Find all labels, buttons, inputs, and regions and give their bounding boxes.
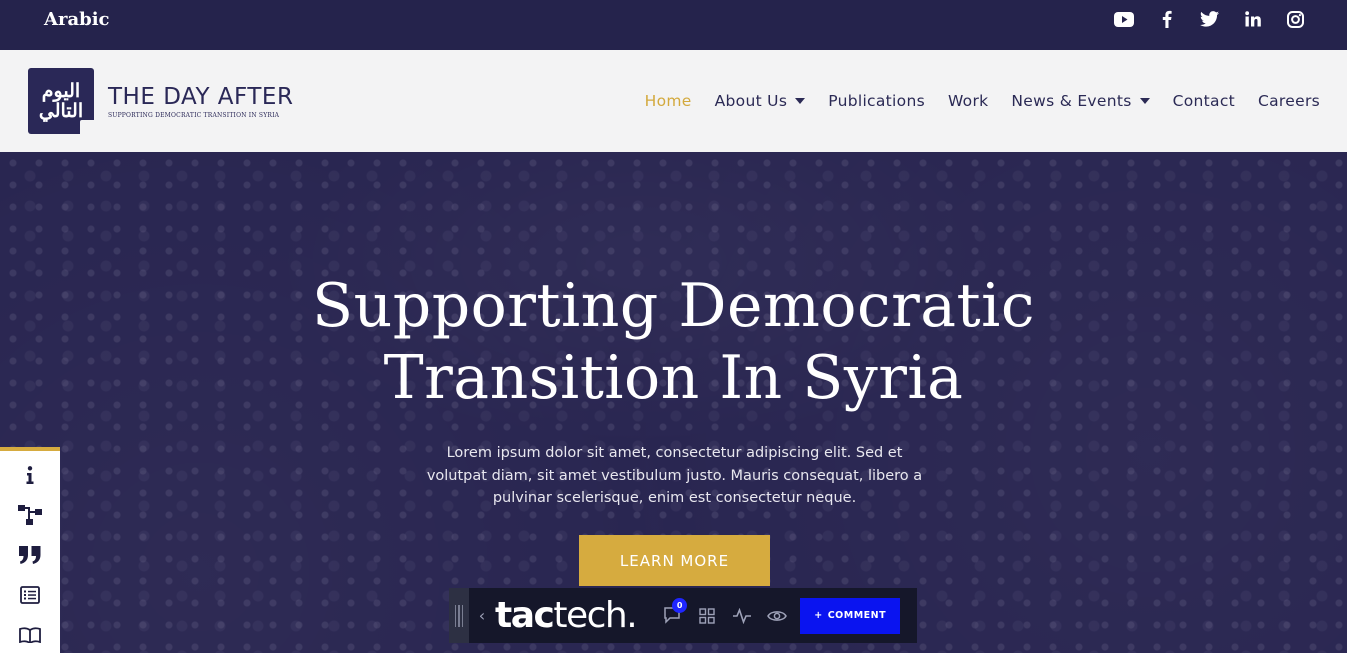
brand-tagline: SUPPORTING DEMOCRATIC TRANSITION IN SYRI… — [108, 111, 280, 119]
twitter-icon[interactable] — [1188, 11, 1231, 27]
main-nav: Home About Us Publications Work News & E… — [622, 92, 1320, 110]
social-links — [1102, 10, 1317, 28]
drag-handle[interactable] — [449, 588, 469, 643]
info-icon[interactable] — [18, 465, 42, 485]
brand-text: THE DAY AFTER SUPPORTING DEMOCRATIC TRAN… — [108, 84, 293, 119]
caret-down-icon — [1139, 98, 1150, 104]
book-icon[interactable] — [18, 625, 42, 645]
language-link-arabic[interactable]: Arabic — [44, 9, 110, 30]
brand-logo[interactable]: اليوم التالي THE DAY AFTER SUPPORTING DE… — [28, 68, 293, 134]
tactech-logo: tactech. — [495, 594, 638, 636]
hero-description: Lorem ipsum dolor sit amet, consectetur … — [426, 445, 923, 506]
linkedin-icon[interactable] — [1231, 11, 1274, 27]
nav-item-news-events[interactable]: News & Events — [1011, 92, 1150, 110]
tactech-logo-suffix: tech. — [553, 594, 637, 636]
nav-item-work[interactable]: Work — [948, 92, 988, 110]
sitemap-icon[interactable] — [18, 505, 42, 525]
nav-label: Contact — [1172, 92, 1236, 110]
floating-sidebar — [0, 447, 60, 653]
hero-title-line-1: Supporting Democratic — [312, 271, 1035, 341]
nav-item-publications[interactable]: Publications — [828, 92, 925, 110]
top-bar: Arabic — [0, 0, 1347, 50]
brand-name: THE DAY AFTER — [108, 83, 294, 110]
youtube-icon[interactable] — [1102, 11, 1145, 27]
grid-icon[interactable] — [689, 607, 724, 624]
nav-label: Home — [644, 92, 692, 110]
nav-item-about-us[interactable]: About Us — [715, 92, 806, 110]
quote-icon[interactable] — [18, 545, 42, 565]
learn-more-button[interactable]: LEARN MORE — [579, 535, 770, 586]
comment-count-badge: 0 — [672, 598, 688, 613]
nav-item-contact[interactable]: Contact — [1173, 92, 1235, 110]
comments-icon[interactable]: 0 — [654, 598, 689, 624]
hero-title: Supporting Democratic Transition In Syri… — [0, 270, 1347, 414]
hero-title-line-2: Transition In Syria — [383, 343, 964, 413]
nav-item-home[interactable]: Home — [645, 92, 692, 110]
nav-label: About Us — [714, 92, 788, 110]
instagram-icon[interactable] — [1274, 10, 1317, 28]
nav-label: Publications — [828, 92, 925, 110]
logo-arabic-text: اليوم التالي — [38, 80, 84, 122]
comment-button-label: COMMENT — [827, 610, 887, 621]
nav-label: News & Events — [1011, 92, 1132, 110]
activity-icon[interactable] — [724, 607, 759, 624]
list-icon[interactable] — [18, 585, 42, 605]
site-header: اليوم التالي THE DAY AFTER SUPPORTING DE… — [0, 50, 1347, 152]
comment-button[interactable]: + COMMENT — [800, 597, 901, 634]
hero-section: Supporting Democratic Transition In Syri… — [0, 152, 1347, 653]
logo-mark: اليوم التالي — [28, 68, 94, 134]
plus-icon: + — [814, 610, 823, 621]
caret-down-icon — [795, 98, 806, 104]
tactech-logo-prefix: tac — [495, 594, 555, 636]
chevron-left-icon[interactable]: ‹ — [469, 606, 495, 625]
nav-item-careers[interactable]: Careers — [1258, 92, 1320, 110]
nav-label: Careers — [1258, 92, 1320, 110]
tactech-feedback-toolbar: ‹ tactech. 0 + COMMENT — [449, 588, 917, 643]
nav-label: Work — [947, 92, 989, 110]
facebook-icon[interactable] — [1145, 10, 1188, 28]
eye-icon[interactable] — [759, 609, 794, 623]
